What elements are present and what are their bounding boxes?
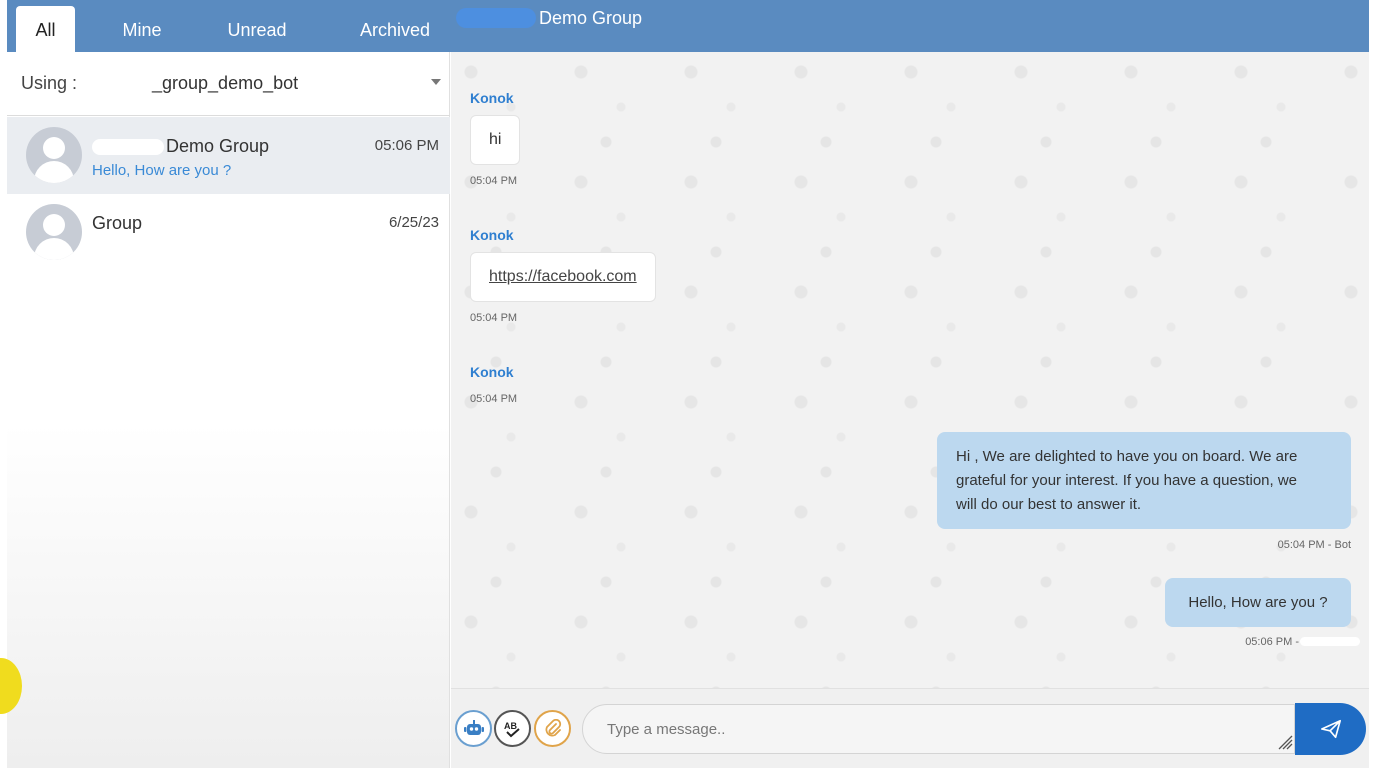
message-area: Konok hi 05:04 PM Konok https://facebook… (451, 52, 1369, 688)
message-line: Hi , We are delighted to have you on boa… (956, 448, 1298, 465)
composer: AB (451, 688, 1369, 768)
message-sender: Konok (470, 364, 514, 380)
message-sender: Konok (470, 227, 514, 243)
conversation-name-text: Demo Group (166, 136, 270, 156)
resize-grip-icon[interactable] (1277, 734, 1293, 750)
tab-all[interactable]: All (16, 6, 75, 52)
redacted-name (1300, 637, 1360, 646)
message-time: 05:04 PM - Bot (1277, 539, 1351, 551)
conversation-name: Group (92, 213, 143, 233)
redacted-name (92, 138, 164, 155)
bot-selector-value: _group_demo_bot (152, 73, 299, 93)
conversation-item-demo-group[interactable]: Demo Group 05:06 PM Hello, How are you ? (7, 117, 450, 194)
message-line: will do our best to answer it. (956, 496, 1142, 513)
message-sender: Konok (470, 90, 514, 106)
conversation-time: 05:06 PM (374, 137, 439, 154)
app: All Mine Unread Archived Demo Group Usin… (0, 0, 1376, 768)
message-time: 05:06 PM - (1245, 636, 1299, 648)
avatar (26, 127, 82, 183)
message-bubble-outgoing: Hi , We are delighted to have you on boa… (937, 432, 1351, 529)
svg-text:AB: AB (504, 721, 517, 731)
tab-archived[interactable]: Archived (345, 6, 445, 52)
conversation-panel: Using : _group_demo_bot Demo Group 05:06… (7, 52, 450, 768)
chat-title: Demo Group (539, 7, 643, 28)
bot-selector[interactable]: Using : _group_demo_bot (7, 52, 450, 116)
top-bar: All Mine Unread Archived (7, 0, 1369, 52)
conversation-item-group[interactable]: Group 6/25/23 (7, 194, 450, 271)
message-time: 05:04 PM (470, 393, 518, 405)
message-bubble-incoming: hi (470, 115, 521, 165)
tab-mine[interactable]: Mine (107, 6, 177, 52)
message-text: Hello, How are you ? (1188, 593, 1328, 611)
message-time: 05:04 PM (470, 175, 518, 187)
message-line: grateful for your interest. If you have … (956, 472, 1298, 489)
conversation-name: Demo Group (92, 136, 269, 157)
bot-icon (463, 719, 484, 735)
conversation-preview: Hello, How are you ? (92, 162, 232, 179)
message-bubble-incoming: https://facebook.com (470, 252, 656, 302)
chat-header: Demo Group (456, 0, 642, 36)
paperclip-icon (545, 718, 561, 736)
attach-button[interactable] (534, 710, 571, 747)
spellcheck-button[interactable]: AB (494, 710, 531, 747)
message-time: 05:04 PM (470, 312, 518, 324)
tab-unread[interactable]: Unread (217, 6, 297, 52)
send-icon (1320, 719, 1341, 739)
send-button[interactable] (1295, 703, 1366, 755)
bot-selector-label: Using : (21, 73, 78, 93)
redacted-name (456, 8, 536, 28)
message-text: hi (489, 131, 502, 148)
message-bubble-outgoing: Hello, How are you ? (1165, 578, 1351, 627)
message-input[interactable] (582, 704, 1295, 754)
chevron-down-icon[interactable] (431, 79, 441, 85)
message-link[interactable]: https://facebook.com (489, 268, 637, 286)
spellcheck-icon: AB (504, 721, 520, 737)
bot-button[interactable] (455, 710, 492, 747)
conversation-time: 6/25/23 (388, 214, 439, 231)
avatar (26, 204, 82, 260)
